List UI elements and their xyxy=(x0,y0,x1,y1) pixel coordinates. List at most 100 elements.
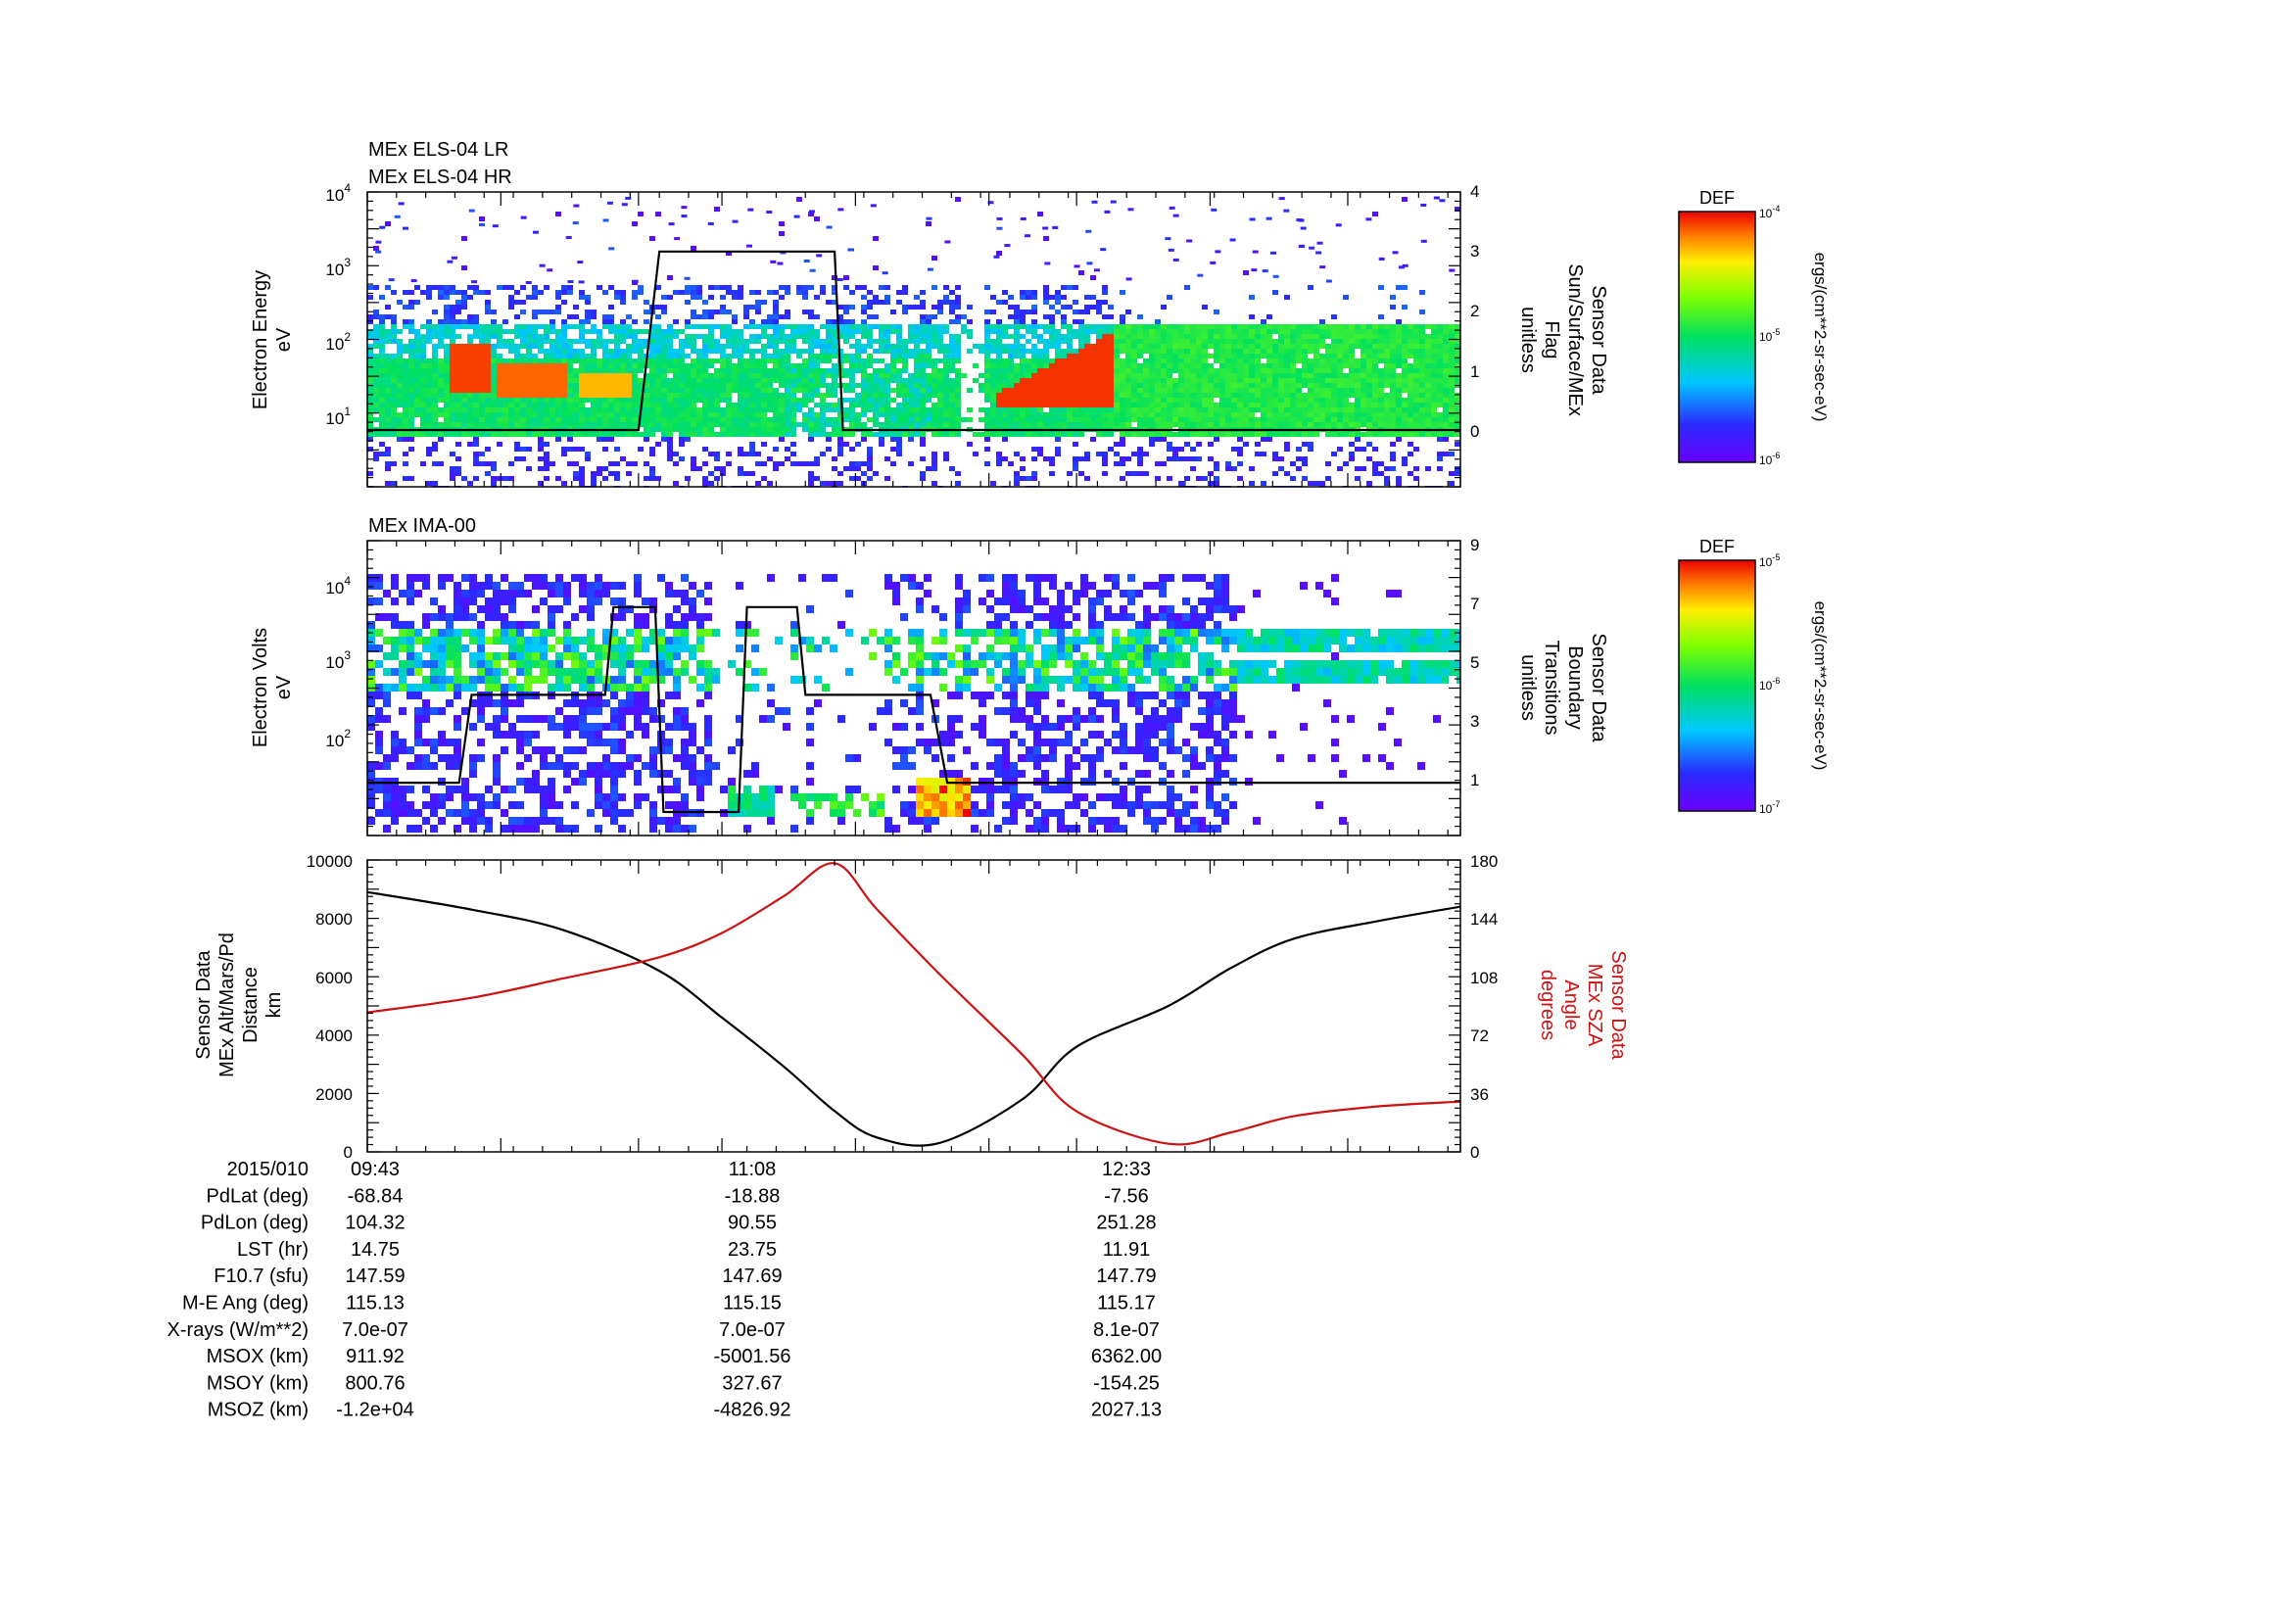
els-cell xyxy=(1137,363,1143,368)
els-cell xyxy=(1108,354,1114,358)
els-cell xyxy=(1431,349,1437,354)
els-cell xyxy=(538,398,544,403)
els-cell xyxy=(485,378,491,383)
els-cell xyxy=(1161,437,1167,442)
els-cell xyxy=(608,339,614,344)
els-cell xyxy=(808,358,814,363)
els-cell xyxy=(1325,349,1331,354)
els-cell xyxy=(996,373,1002,378)
els-cell xyxy=(597,407,602,412)
els-cell xyxy=(832,349,837,354)
els-cell xyxy=(696,334,702,339)
els-cell xyxy=(702,447,708,452)
els-cell xyxy=(1026,403,1031,407)
els-cell xyxy=(1202,378,1208,383)
els-cell xyxy=(820,358,826,363)
els-spectrogram xyxy=(367,196,1460,487)
els-cell xyxy=(549,417,555,422)
els-cell xyxy=(944,240,951,244)
els-cell xyxy=(1202,305,1208,310)
els-cell xyxy=(573,398,579,403)
els-cell xyxy=(591,349,597,354)
els-cell xyxy=(926,349,931,354)
els-cell xyxy=(508,373,514,378)
els-cell xyxy=(773,403,779,407)
els-cell xyxy=(755,407,761,412)
els-cell xyxy=(843,285,849,290)
els-cell xyxy=(1408,368,1413,373)
els-cell xyxy=(931,314,937,319)
els-cell xyxy=(896,393,902,398)
els-cell xyxy=(702,388,708,393)
els-cell xyxy=(1366,349,1372,354)
els-cell xyxy=(1237,398,1243,403)
els-cell xyxy=(1078,471,1084,476)
els-cell xyxy=(1290,349,1296,354)
els-cell xyxy=(508,305,514,310)
els-cell xyxy=(438,398,444,403)
els-cell xyxy=(544,456,549,461)
els-cell xyxy=(714,378,720,383)
els-cell xyxy=(761,378,767,383)
els-cell xyxy=(620,319,626,324)
els-cell xyxy=(1114,354,1120,358)
els-cell xyxy=(1102,344,1108,349)
els-cell xyxy=(949,305,955,310)
els-cell xyxy=(1355,412,1360,417)
els-cell xyxy=(738,407,743,412)
els-cell xyxy=(743,412,749,417)
els-cell xyxy=(743,378,749,383)
els-cell xyxy=(520,407,526,412)
els-cell xyxy=(1425,354,1431,358)
els-cell xyxy=(1100,248,1107,252)
els-cell xyxy=(884,339,890,344)
els-cell xyxy=(702,481,708,486)
els-cell xyxy=(961,324,967,329)
els-cell xyxy=(1296,334,1302,339)
els-cell xyxy=(655,422,661,427)
els-cell xyxy=(1231,363,1237,368)
els-cell xyxy=(1096,368,1102,373)
els-cell xyxy=(937,310,943,314)
els-cell xyxy=(638,378,644,383)
els-cell xyxy=(414,349,420,354)
els-cell xyxy=(814,216,820,221)
els-cell xyxy=(843,275,849,280)
els-cell xyxy=(649,398,655,403)
els-cell xyxy=(931,339,937,344)
els-cell xyxy=(497,363,502,368)
els-cell xyxy=(696,354,702,358)
els-cell xyxy=(1231,344,1237,349)
els-cell xyxy=(1419,417,1425,422)
els-cell xyxy=(438,363,444,368)
els-cell xyxy=(555,407,561,412)
els-cell xyxy=(1026,407,1031,412)
els-cell xyxy=(1149,432,1155,437)
els-cell xyxy=(1184,442,1190,447)
els-cell xyxy=(955,398,961,403)
els-cell xyxy=(1219,417,1225,422)
els-cell xyxy=(1186,239,1193,243)
els-cell xyxy=(544,403,549,407)
els-cell xyxy=(1272,417,1278,422)
els-cell xyxy=(579,358,585,363)
els-cell xyxy=(1255,442,1261,447)
els-cell xyxy=(1237,383,1243,388)
els-cell xyxy=(1002,349,1008,354)
els-cell xyxy=(397,329,403,334)
els-cell xyxy=(455,442,461,447)
els-cell xyxy=(485,407,491,412)
els-cell xyxy=(573,471,579,476)
els-cell xyxy=(1037,378,1043,383)
els-cell xyxy=(1431,432,1437,437)
els-cell xyxy=(1073,403,1078,407)
els-cell xyxy=(473,378,479,383)
els-cell xyxy=(1031,290,1037,295)
els-cell xyxy=(520,388,526,393)
els-cell xyxy=(1214,310,1219,314)
els-cell xyxy=(555,354,561,358)
els-cell xyxy=(520,456,526,461)
els-cell xyxy=(1196,398,1202,403)
els-cell xyxy=(1337,354,1343,358)
els-cell xyxy=(544,466,549,471)
